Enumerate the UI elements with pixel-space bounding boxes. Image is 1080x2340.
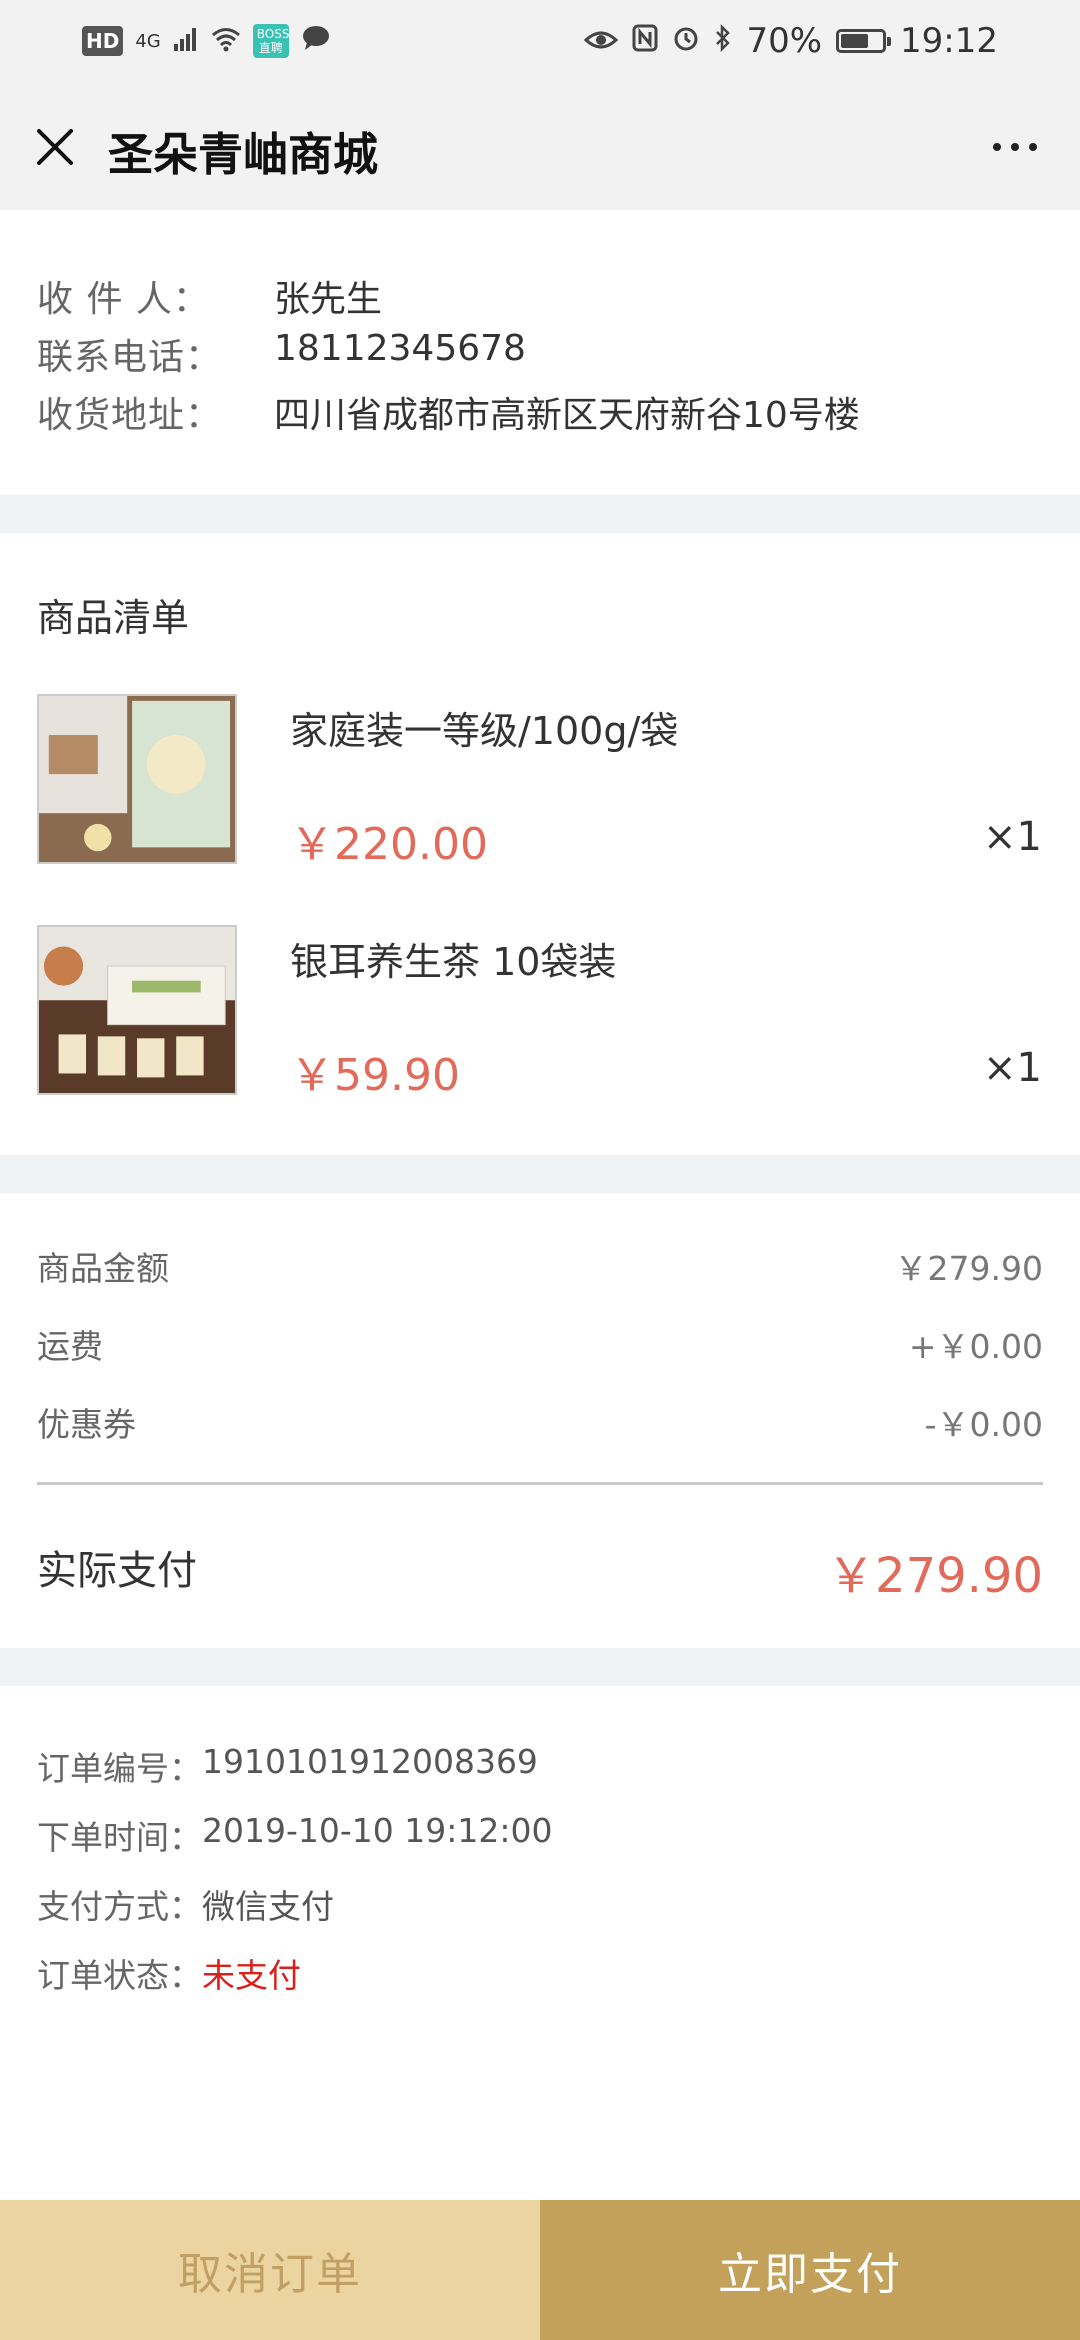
payment-method-value: 微信支付 [202, 1887, 334, 1926]
product-item[interactable]: 家庭装一等级/100g/袋 ￥220.00 ×1 [0, 694, 1080, 870]
recipient-row: 收 件 人： 张先生 [37, 270, 382, 322]
title-bar: 圣朵青岫商城 [0, 82, 1080, 210]
address-label: 收货地址： [37, 395, 223, 436]
section-gap [0, 1155, 1080, 1193]
more-dots-icon [993, 143, 1001, 151]
order-time-label: 下单时间： [37, 1818, 202, 1857]
alarm-icon [672, 21, 700, 61]
coupon-label: 优惠券 [37, 1405, 136, 1444]
coupon-value: -￥0.00 [924, 1405, 1043, 1444]
battery-percent: 70% [746, 21, 823, 61]
payment-method-label: 支付方式： [37, 1887, 202, 1926]
more-dot [1011, 143, 1019, 151]
phone-row: 联系电话： 18112345678 [37, 328, 526, 380]
section-gap [0, 1648, 1080, 1686]
goods-amount-row: 商品金额 ￥279.90 [37, 1242, 1043, 1290]
order-status-value: 未支付 [202, 1956, 301, 1995]
section-gap [0, 495, 1080, 533]
summary-divider [37, 1482, 1043, 1485]
order-number-value: 1910101912008369 [202, 1742, 538, 1781]
goods-amount-label: 商品金额 [37, 1249, 169, 1288]
network-type: 4G [135, 30, 161, 52]
actual-payment-label: 实际支付 [37, 1548, 197, 1594]
status-bar: HD 4G BOSS直聘 70% 19:12 [0, 0, 1080, 82]
order-status-row: 订单状态： 未支付 [37, 1949, 301, 1997]
status-left: HD 4G BOSS直聘 [82, 21, 331, 61]
nfc-icon [632, 21, 658, 61]
eye-icon [584, 21, 619, 61]
order-time-value: 2019-10-10 19:12:00 [202, 1811, 553, 1850]
status-right: 70% 19:12 [584, 21, 998, 61]
shipping-label: 运费 [37, 1327, 103, 1366]
cancel-order-button[interactable]: 取消订单 [0, 2200, 540, 2340]
product-quantity: ×1 [983, 1045, 1042, 1091]
product-item[interactable]: 银耳养生茶 10袋装 ￥59.90 ×1 [0, 925, 1080, 1101]
goods-amount-value: ￥279.90 [894, 1249, 1043, 1288]
address-row: 收货地址： 四川省成都市高新区天府新谷10号楼 [37, 386, 860, 438]
recipient-label: 收 件 人： [37, 279, 210, 320]
order-time-row: 下单时间： 2019-10-10 19:12:00 [37, 1811, 552, 1859]
order-status-label: 订单状态： [37, 1956, 202, 1995]
close-button[interactable] [30, 122, 80, 172]
actual-payment-value: ￥279.90 [827, 1548, 1043, 1604]
product-image [37, 694, 237, 864]
more-menu-button[interactable] [980, 122, 1050, 172]
pay-now-button[interactable]: 立即支付 [540, 2200, 1080, 2340]
boss-app-icon: BOSS直聘 [252, 24, 289, 58]
order-number-label: 订单编号： [37, 1749, 202, 1788]
signal-icon [173, 21, 199, 61]
hd-badge: HD [82, 26, 124, 56]
product-list-title: 商品清单 [37, 596, 190, 640]
bluetooth-icon [714, 21, 732, 61]
battery-icon [836, 29, 892, 53]
address-section: 收 件 人： 张先生 联系电话： 18112345678 收货地址： 四川省成都… [0, 210, 1080, 495]
product-image [37, 925, 237, 1095]
battery-level [841, 34, 868, 48]
bottom-action-bar: 取消订单 立即支付 [0, 2200, 1080, 2340]
page-title: 圣朵青岫商城 [108, 128, 379, 181]
product-price: ￥59.90 [290, 1050, 460, 1101]
coupon-row: 优惠券 -￥0.00 [37, 1398, 1043, 1446]
more-dot [1029, 143, 1037, 151]
product-quantity: ×1 [983, 814, 1042, 860]
phone-value: 18112345678 [274, 328, 526, 369]
shipping-row: 运费 +￥0.00 [37, 1320, 1043, 1368]
wifi-icon [211, 21, 241, 61]
product-price: ￥220.00 [290, 819, 488, 870]
close-icon [37, 129, 73, 165]
order-number-row: 订单编号： 1910101912008369 [37, 1742, 538, 1790]
address-value: 四川省成都市高新区天府新谷10号楼 [274, 395, 860, 436]
payment-method-row: 支付方式： 微信支付 [37, 1880, 334, 1928]
shipping-value: +￥0.00 [908, 1327, 1043, 1366]
product-name: 家庭装一等级/100g/袋 [290, 709, 679, 753]
chat-bubble-icon [301, 21, 331, 61]
clock: 19:12 [900, 21, 998, 61]
phone-label: 联系电话： [37, 337, 223, 378]
product-name: 银耳养生茶 10袋装 [290, 940, 617, 984]
recipient-value: 张先生 [274, 279, 383, 320]
